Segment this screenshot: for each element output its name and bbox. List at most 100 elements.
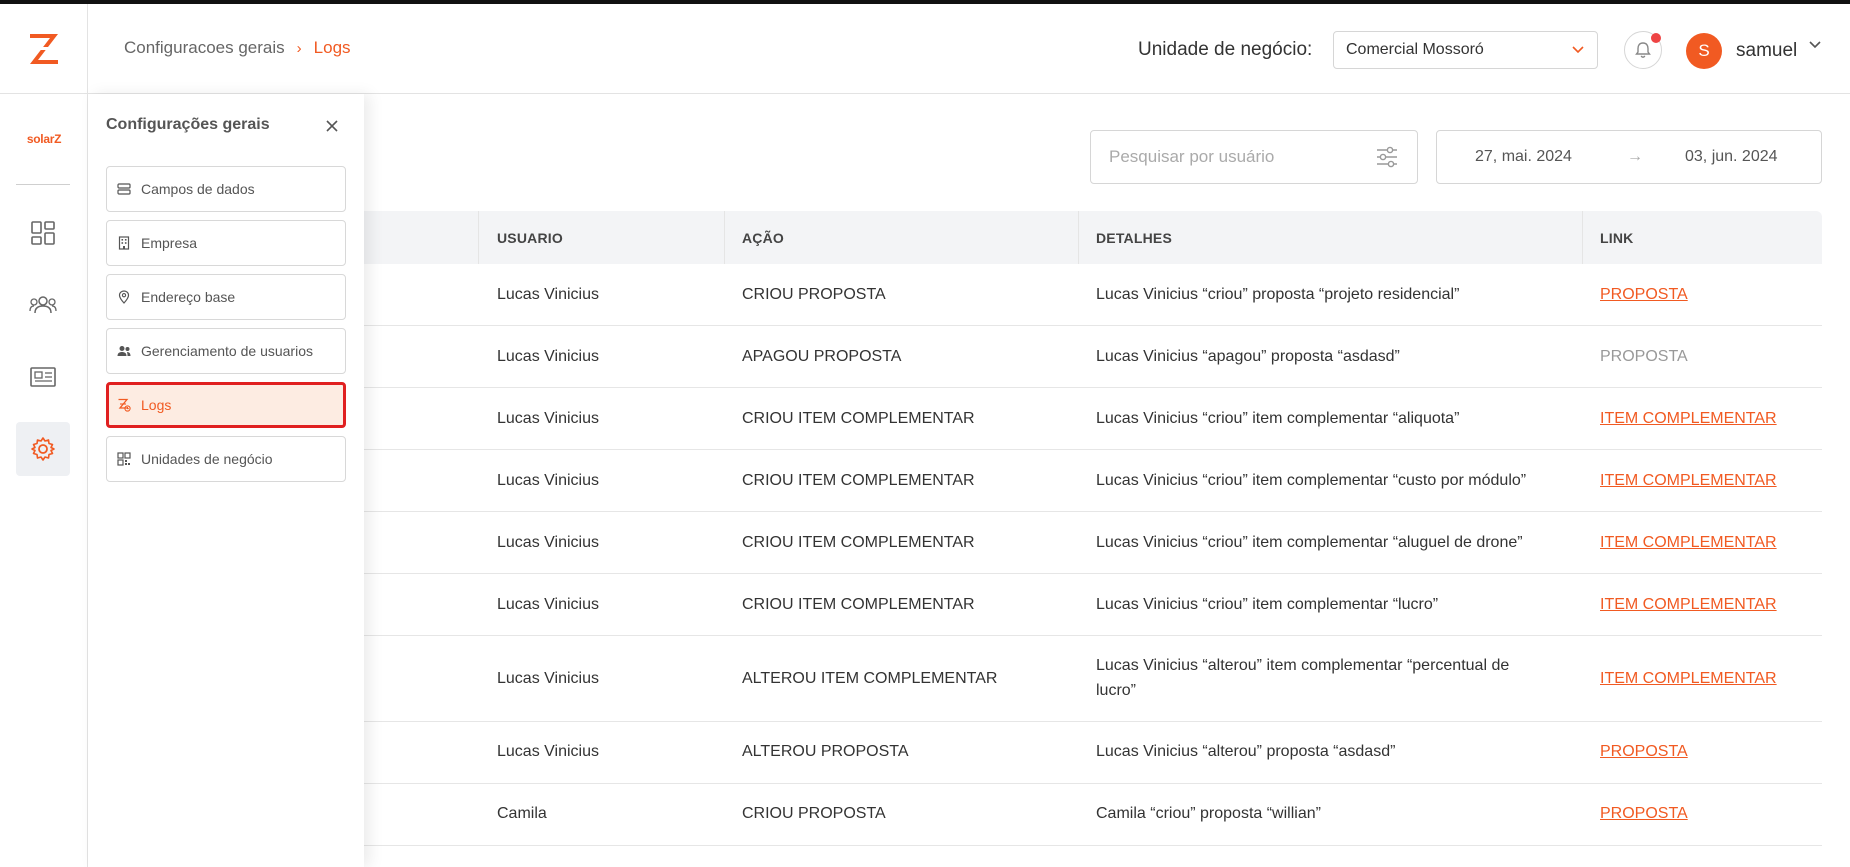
menu-item-label: Endereço base	[141, 289, 236, 305]
business-unit-select[interactable]: Comercial Mossoró	[1333, 31, 1598, 69]
cell-action: CRIOU ITEM COMPLEMENTAR	[742, 596, 975, 613]
cell-link[interactable]: PROPOSTA	[1600, 801, 1688, 826]
cell-action: CRIOU ITEM COMPLEMENTAR	[742, 472, 975, 489]
column-divider	[1582, 211, 1583, 264]
top-bar: Configuracoes gerais › Logs Unidade de n…	[0, 4, 1850, 94]
menu-item-label: Campos de dados	[141, 181, 255, 197]
logo[interactable]	[0, 4, 88, 94]
user-name[interactable]: samuel	[1736, 40, 1797, 62]
cell-user: Lucas Vinicius	[497, 348, 599, 365]
cell-details: Lucas Vinicius “criou” item complementar…	[1096, 410, 1460, 427]
cell-user: Lucas Vinicius	[497, 743, 599, 760]
cell-link[interactable]: ITEM COMPLEMENTAR	[1600, 592, 1777, 617]
cell-details: Lucas Vinicius “criou” item complementar…	[1096, 596, 1439, 613]
cell-user: Lucas Vinicius	[497, 286, 599, 303]
panel-title: Configurações gerais	[106, 116, 270, 133]
menu-item-campos-de-dados[interactable]: Campos de dados	[106, 166, 346, 212]
settings-panel: Configurações gerais Campos de dados Emp…	[88, 94, 364, 867]
column-divider	[478, 211, 479, 264]
column-divider	[724, 211, 725, 264]
cell-action: CRIOU ITEM COMPLEMENTAR	[742, 410, 975, 427]
cell-details: Lucas Vinicius “apagou” proposta “asdasd…	[1096, 348, 1400, 365]
nav-settings[interactable]	[16, 422, 70, 476]
cell-details: Lucas Vinicius “alterou” item complement…	[1096, 657, 1510, 699]
cell-link[interactable]: ITEM COMPLEMENTAR	[1600, 468, 1777, 493]
breadcrumb-item-configuracoes[interactable]: Configuracoes gerais	[124, 38, 285, 58]
column-header-link: LINK	[1600, 230, 1634, 246]
cell-action: ALTEROU ITEM COMPLEMENTAR	[742, 670, 998, 687]
avatar[interactable]: S	[1686, 33, 1722, 69]
cell-user: Camila	[497, 805, 547, 822]
cell-details: Lucas Vinicius “criou” item complementar…	[1096, 472, 1527, 489]
arrow-right-icon: →	[1627, 148, 1643, 165]
menu-item-empresa[interactable]: Empresa	[106, 220, 346, 266]
cell-user: Lucas Vinicius	[497, 410, 599, 427]
cell-action: CRIOU PROPOSTA	[742, 805, 886, 822]
cell-details: Camila “criou” proposta “willian”	[1096, 805, 1321, 822]
menu-item-label: Unidades de negócio	[141, 451, 273, 467]
cell-user: Lucas Vinicius	[497, 534, 599, 551]
users-group-icon	[29, 296, 57, 314]
notification-dot	[1651, 33, 1661, 43]
column-divider	[1078, 211, 1079, 264]
solarz-brand: solarZ	[26, 132, 62, 146]
menu-item-label: Empresa	[141, 235, 198, 251]
business-unit-label: Unidade de negócio:	[1138, 39, 1313, 60]
business-unit-value: Comercial Mossoró	[1346, 41, 1484, 58]
cell-user: Lucas Vinicius	[497, 670, 599, 687]
nav-users[interactable]	[16, 278, 70, 332]
breadcrumb-separator-icon: ›	[296, 39, 302, 57]
stack-icon	[117, 182, 131, 196]
breadcrumb: Configuracoes gerais › Logs	[124, 38, 351, 58]
location-pin-icon	[117, 290, 131, 304]
cell-action: APAGOU PROPOSTA	[742, 348, 902, 365]
cell-user: Lucas Vinicius	[497, 596, 599, 613]
cell-link[interactable]: ITEM COMPLEMENTAR	[1600, 530, 1777, 555]
dashboard-icon	[31, 221, 55, 245]
cell-user: Lucas Vinicius	[497, 472, 599, 489]
menu-item-logs[interactable]: Logs	[106, 382, 346, 428]
cell-link[interactable]: PROPOSTA	[1600, 282, 1688, 307]
close-icon	[326, 120, 338, 132]
breadcrumb-item-logs: Logs	[313, 38, 351, 57]
cell-details: Lucas Vinicius “criou” proposta “projeto…	[1096, 286, 1460, 303]
cell-link[interactable]: ITEM COMPLEMENTAR	[1600, 666, 1777, 691]
building-icon	[117, 236, 131, 250]
date-from[interactable]: 27, mai. 2024	[1475, 148, 1572, 166]
cell-action: CRIOU ITEM COMPLEMENTAR	[742, 534, 975, 551]
left-nav: solarZ	[0, 94, 88, 867]
chevron-down-icon	[1572, 46, 1584, 54]
cell-link[interactable]: PROPOSTA	[1600, 739, 1688, 764]
cell-link: PROPOSTA	[1600, 348, 1688, 365]
nav-divider	[16, 184, 70, 185]
cell-action: ALTEROU PROPOSTA	[742, 743, 909, 760]
bell-icon	[1635, 42, 1651, 58]
date-range-picker[interactable]: 27, mai. 2024 → 03, jun. 2024	[1436, 130, 1822, 184]
column-header-detalhes: DETALHES	[1096, 230, 1173, 246]
cell-action: CRIOU PROPOSTA	[742, 286, 886, 303]
menu-item-label: Logs	[141, 397, 172, 413]
nav-reports[interactable]	[16, 350, 70, 404]
menu-item-endereco-base[interactable]: Endereço base	[106, 274, 346, 320]
z-logo-icon	[29, 34, 58, 64]
column-header-usuario: USUARIO	[497, 230, 563, 246]
grid-icon	[117, 452, 131, 466]
panel-close-button[interactable]	[320, 114, 344, 138]
cell-details: Lucas Vinicius “alterou” proposta “asdas…	[1096, 743, 1396, 760]
menu-item-unidades-de-negocio[interactable]: Unidades de negócio	[106, 436, 346, 482]
search-input[interactable]	[1109, 147, 1349, 167]
cell-link[interactable]: ITEM COMPLEMENTAR	[1600, 406, 1777, 431]
date-to[interactable]: 03, jun. 2024	[1685, 148, 1778, 166]
user-menu-chevron-icon[interactable]	[1808, 40, 1822, 50]
newspaper-icon	[30, 367, 56, 387]
settings-icon	[31, 437, 55, 461]
filter-sliders-icon[interactable]	[1375, 146, 1399, 168]
column-header-acao: AÇÃO	[742, 230, 785, 246]
nav-dashboard[interactable]	[16, 206, 70, 260]
search-box	[1090, 130, 1418, 184]
cell-details: Lucas Vinicius “criou” item complementar…	[1096, 534, 1523, 551]
menu-item-gerenciamento-de-usuarios[interactable]: Gerenciamento de usuarios	[106, 328, 346, 374]
menu-item-label: Gerenciamento de usuarios	[141, 343, 313, 359]
logs-icon	[117, 398, 131, 412]
users-icon	[117, 344, 131, 358]
